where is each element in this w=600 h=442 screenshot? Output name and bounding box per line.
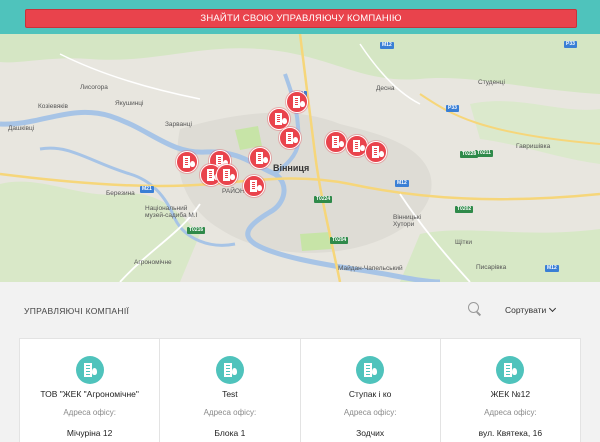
road-shield: T0228 xyxy=(460,151,479,158)
place-label: Десна xyxy=(376,85,395,92)
place-label: РАЙОН xyxy=(222,188,245,195)
companies-title: УПРАВЛЯЮЧІ КОМПАНІЇ xyxy=(24,306,130,316)
place-label: Агрономічне xyxy=(134,259,172,266)
road-shield: P33 xyxy=(564,41,577,48)
company-marker[interactable] xyxy=(365,141,387,163)
place-label: Козіевяків xyxy=(38,103,69,110)
place-label: Зарванці xyxy=(165,121,192,128)
building-icon xyxy=(215,356,244,384)
search-icon[interactable] xyxy=(468,302,482,316)
road-shield: M12 xyxy=(545,265,559,272)
chevron-down-icon xyxy=(549,304,557,313)
company-marker[interactable] xyxy=(216,164,238,186)
office-address: вул. Квятека, 16 xyxy=(478,428,543,438)
company-marker[interactable] xyxy=(286,91,308,113)
building-icon xyxy=(75,356,104,384)
place-label: Якушинці xyxy=(115,100,144,107)
place-label: Писарівка xyxy=(476,264,507,271)
place-label: Вінницькі Хутори xyxy=(393,214,421,228)
place-label: Студенці xyxy=(478,79,505,86)
map-base xyxy=(0,34,600,282)
top-bar: ЗНАЙТИ СВОЮ УПРАВЛЯЮЧУ КОМПАНІЮ xyxy=(0,0,600,34)
place-label: Лисогора xyxy=(80,84,108,91)
place-label: Майдан-Чапельський xyxy=(338,265,403,272)
company-marker[interactable] xyxy=(243,175,265,197)
company-name: Test xyxy=(222,389,238,399)
company-marker[interactable] xyxy=(325,131,347,153)
road-shield: T0216 xyxy=(187,227,206,234)
city-label: Вінниця xyxy=(273,163,310,173)
office-address-label: Адреса офісу: xyxy=(343,408,397,417)
road-shield: T0204 xyxy=(330,237,349,244)
building-icon xyxy=(496,356,525,384)
find-company-button[interactable]: ЗНАЙТИ СВОЮ УПРАВЛЯЮЧУ КОМПАНІЮ xyxy=(25,9,577,28)
companies-header: УПРАВЛЯЮЧІ КОМПАНІЇ Сортувати xyxy=(0,282,600,338)
office-address: Блока 1 xyxy=(214,428,246,438)
road-shield: T0202 xyxy=(455,206,474,213)
road-shield: P33 xyxy=(446,105,459,112)
place-label: Дашківці xyxy=(8,125,35,132)
office-address-label: Адреса офісу: xyxy=(63,408,116,417)
company-card[interactable]: Ступак і ко Адреса офісу: Зодчих xyxy=(299,338,441,442)
company-name: ТОВ "ЖЕК "Агрономічне" xyxy=(40,389,139,399)
sort-dropdown[interactable]: Сортувати xyxy=(505,304,557,315)
road-shield: M21 xyxy=(140,186,154,193)
map[interactable]: Лисогора Якушинці Козіевяків Дашківці За… xyxy=(0,34,600,282)
company-card[interactable]: ЖЕК №12 Адреса офісу: вул. Квятека, 16 xyxy=(439,338,581,442)
road-shield: M12 xyxy=(395,180,409,187)
app-root: ЗНАЙТИ СВОЮ УПРАВЛЯЮЧУ КОМПАНІЮ Лисогора… xyxy=(0,0,600,442)
place-label: Березина xyxy=(106,190,135,197)
company-name: Ступак і ко xyxy=(348,389,392,399)
place-label: Щітки xyxy=(455,239,472,246)
building-icon xyxy=(356,356,385,384)
company-marker[interactable] xyxy=(279,127,301,149)
place-label: Національний музей-садиба М.І xyxy=(145,205,198,219)
company-card[interactable]: ТОВ "ЖЕК "Агрономічне" Адреса офісу: Міч… xyxy=(19,338,161,442)
company-card[interactable]: Test Адреса офісу: Блока 1 xyxy=(159,338,301,442)
company-cards: ТОВ "ЖЕК "Агрономічне" Адреса офісу: Міч… xyxy=(19,338,584,442)
sort-label: Сортувати xyxy=(505,305,547,315)
road-shield: T0224 xyxy=(314,196,333,203)
company-marker[interactable] xyxy=(176,151,198,173)
office-address-label: Адреса офісу: xyxy=(203,408,257,417)
company-marker[interactable] xyxy=(249,147,271,169)
office-address: Мічуріна 12 xyxy=(66,428,113,438)
office-address: Зодчих xyxy=(356,428,385,438)
place-label: Гавришівка xyxy=(516,143,551,150)
road-shield: M12 xyxy=(380,42,394,49)
company-name: ЖЕК №12 xyxy=(490,389,531,399)
office-address-label: Адреса офісу: xyxy=(484,408,537,417)
